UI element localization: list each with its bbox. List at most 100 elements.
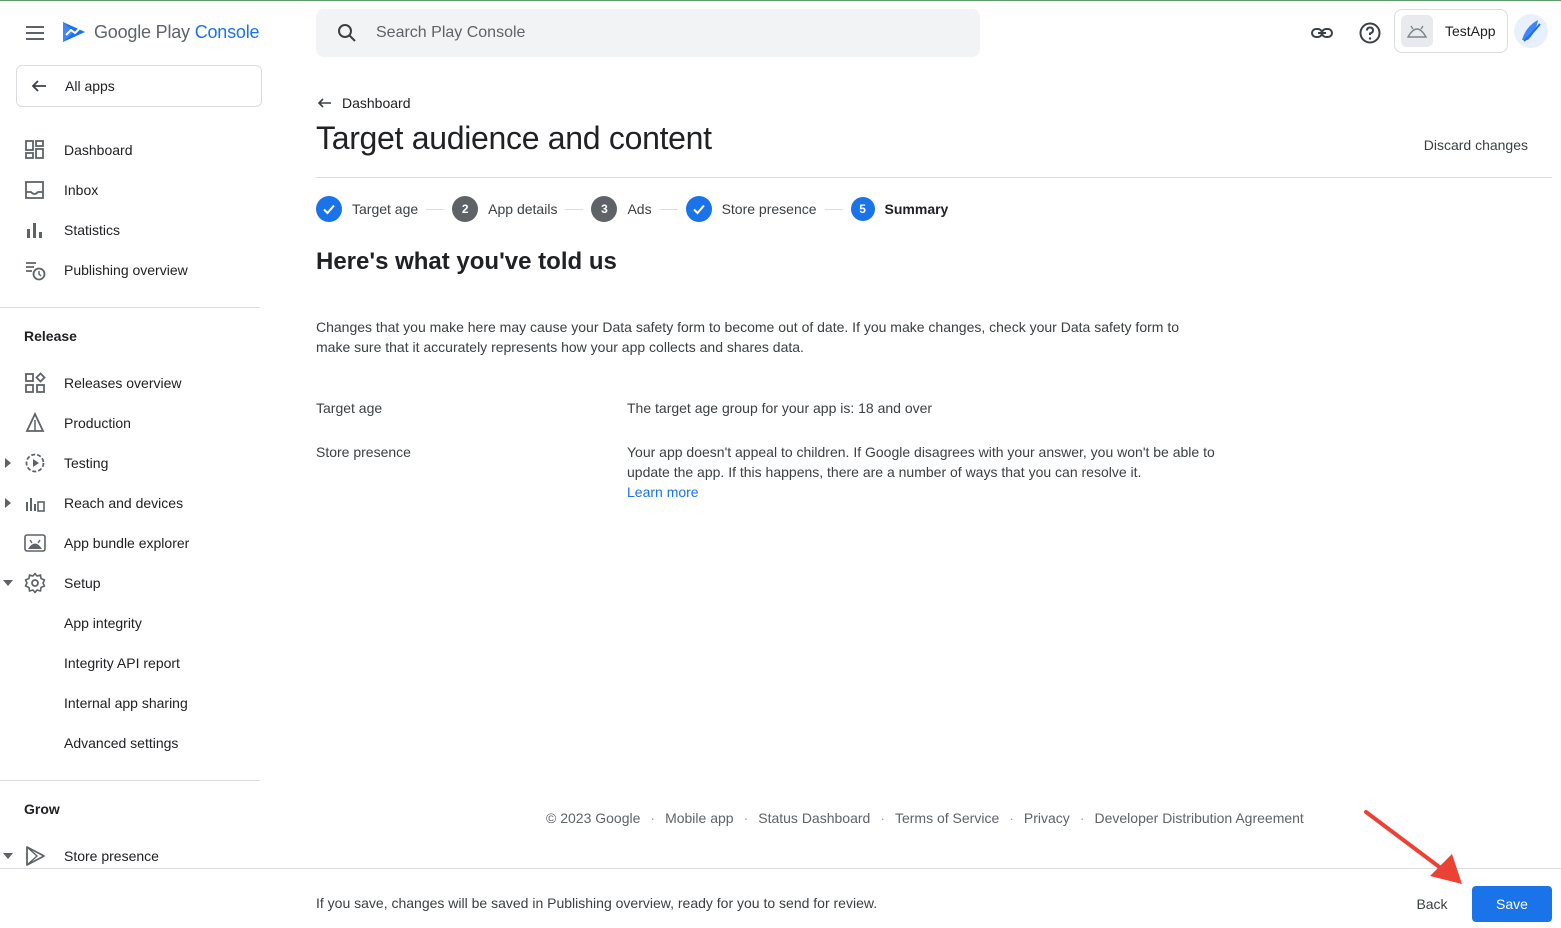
section-header-grow: Grow <box>24 801 60 817</box>
sidebar-item-integrity-api-report[interactable]: Integrity API report <box>0 645 260 681</box>
footer-separator: · <box>1079 810 1085 826</box>
publishing-overview-icon <box>26 262 46 281</box>
sidebar-item-inbox[interactable]: Inbox <box>0 172 260 208</box>
step-connector <box>565 208 584 210</box>
footer-link-privacy[interactable]: Privacy <box>1024 810 1070 826</box>
step-connector <box>426 208 445 210</box>
footer-link-status-dashboard[interactable]: Status Dashboard <box>758 810 870 826</box>
sidebar-item-testing[interactable]: Testing <box>0 445 260 481</box>
summary-value-store-presence: Your app doesn't appeal to children. If … <box>627 442 1217 502</box>
releases-overview-icon <box>25 372 46 393</box>
dashboard-icon <box>25 140 44 159</box>
sidebar-item-label: Production <box>64 415 131 431</box>
sidebar-item-production[interactable]: Production <box>0 405 260 441</box>
gear-icon <box>24 572 46 594</box>
footer-link-dda[interactable]: Developer Distribution Agreement <box>1094 810 1303 826</box>
learn-more-link[interactable]: Learn more <box>627 484 699 500</box>
step-target-age[interactable]: Target age <box>316 196 418 222</box>
copyright: © 2023 Google <box>546 810 641 826</box>
sidebar-divider <box>0 307 260 308</box>
breadcrumb[interactable]: Dashboard <box>316 94 411 112</box>
step-ads[interactable]: 3 Ads <box>591 196 652 222</box>
sidebar-item-label: Reach and devices <box>64 495 184 511</box>
avatar[interactable] <box>1514 14 1548 48</box>
sidebar-item-label: Store presence <box>64 848 159 864</box>
sidebar-item-label: Releases overview <box>64 375 182 391</box>
search-input[interactable] <box>376 24 936 42</box>
link-icon[interactable] <box>1310 21 1334 45</box>
step-label: Target age <box>352 201 419 217</box>
footer-link-terms[interactable]: Terms of Service <box>895 810 999 826</box>
step-summary[interactable]: 5 Summary <box>850 197 948 221</box>
sidebar-item-internal-app-sharing[interactable]: Internal app sharing <box>0 685 260 721</box>
sidebar-item-reach-and-devices[interactable]: Reach and devices <box>0 485 260 521</box>
all-apps-button[interactable]: All apps <box>16 65 262 107</box>
android-icon <box>24 534 46 552</box>
sidebar-item-app-integrity[interactable]: App integrity <box>0 605 260 641</box>
testing-icon <box>25 453 45 473</box>
play-console-logo-icon <box>63 22 85 42</box>
sidebar-item-label: Inbox <box>64 182 99 198</box>
section-header-release: Release <box>24 328 77 344</box>
save-button[interactable]: Save <box>1472 886 1552 922</box>
step-label: Store presence <box>721 201 817 217</box>
step-connector <box>659 208 678 210</box>
footer-separator: · <box>650 810 656 826</box>
summary-label-store-presence: Store presence <box>316 444 411 460</box>
help-icon[interactable] <box>1358 21 1382 45</box>
step-number: 2 <box>452 196 479 222</box>
sidebar-item-label: App bundle explorer <box>64 535 190 551</box>
app-selector[interactable]: TestApp <box>1394 9 1508 53</box>
reach-devices-icon <box>26 498 45 512</box>
sidebar: Google Play Console All apps Dashboard I… <box>0 0 262 870</box>
caret-right-icon[interactable] <box>4 498 12 508</box>
data-safety-notice: Changes that you make here may cause you… <box>316 319 1179 355</box>
summary-value-target-age: The target age group for your app is: 18… <box>627 400 933 416</box>
sidebar-divider <box>0 780 260 781</box>
caret-right-icon[interactable] <box>4 458 12 468</box>
brand-logo[interactable]: Google Play Console <box>60 18 260 46</box>
back-button[interactable]: Back <box>1404 886 1460 922</box>
inbox-icon <box>25 181 44 199</box>
sidebar-item-label: Testing <box>64 455 109 471</box>
android-icon <box>1406 25 1428 38</box>
step-number: 3 <box>591 196 618 222</box>
check-icon <box>316 196 342 222</box>
step-connector <box>824 208 843 210</box>
footer-link-mobile-app[interactable]: Mobile app <box>665 810 734 826</box>
step-store-presence[interactable]: Store presence <box>685 196 817 222</box>
search-icon <box>338 24 356 42</box>
statistics-icon <box>27 223 42 238</box>
all-apps-label: All apps <box>65 78 115 94</box>
arrow-back-icon <box>31 80 46 92</box>
sidebar-item-statistics[interactable]: Statistics <box>0 212 260 248</box>
step-app-details[interactable]: 2 App details <box>452 196 557 222</box>
sidebar-item-label: Setup <box>64 575 101 591</box>
section-heading: Here's what you've told us <box>316 248 617 275</box>
brand-name: Google Play Console <box>94 21 260 42</box>
menu-icon[interactable] <box>22 20 48 46</box>
annotation-arrow-icon <box>1364 810 1462 884</box>
breadcrumb-label: Dashboard <box>342 95 411 111</box>
discard-changes-button[interactable]: Discard changes <box>1424 137 1528 153</box>
action-bar: If you save, changes will be saved in Pu… <box>0 868 1561 928</box>
store-presence-icon <box>26 846 45 866</box>
sidebar-item-label: Advanced settings <box>64 735 179 751</box>
summary-label-target-age: Target age <box>316 400 383 416</box>
footer-separator: · <box>880 810 885 826</box>
sidebar-item-label: Statistics <box>64 222 121 238</box>
sidebar-item-label: App integrity <box>64 615 142 631</box>
sidebar-item-publishing-overview[interactable]: Publishing overview <box>0 252 260 288</box>
sidebar-item-advanced-settings[interactable]: Advanced settings <box>0 725 260 761</box>
sidebar-item-dashboard[interactable]: Dashboard <box>0 132 260 168</box>
caret-down-icon[interactable] <box>3 852 13 860</box>
sidebar-item-releases-overview[interactable]: Releases overview <box>0 365 260 401</box>
sidebar-item-app-bundle-explorer[interactable]: App bundle explorer <box>0 525 260 561</box>
step-label: Ads <box>627 201 652 217</box>
sidebar-item-setup[interactable]: Setup <box>0 565 260 601</box>
sidebar-item-label: Dashboard <box>64 142 133 158</box>
sidebar-item-label: Internal app sharing <box>64 695 188 711</box>
caret-down-icon[interactable] <box>3 579 13 587</box>
search-bar[interactable] <box>316 9 980 57</box>
title-divider <box>316 177 1552 178</box>
